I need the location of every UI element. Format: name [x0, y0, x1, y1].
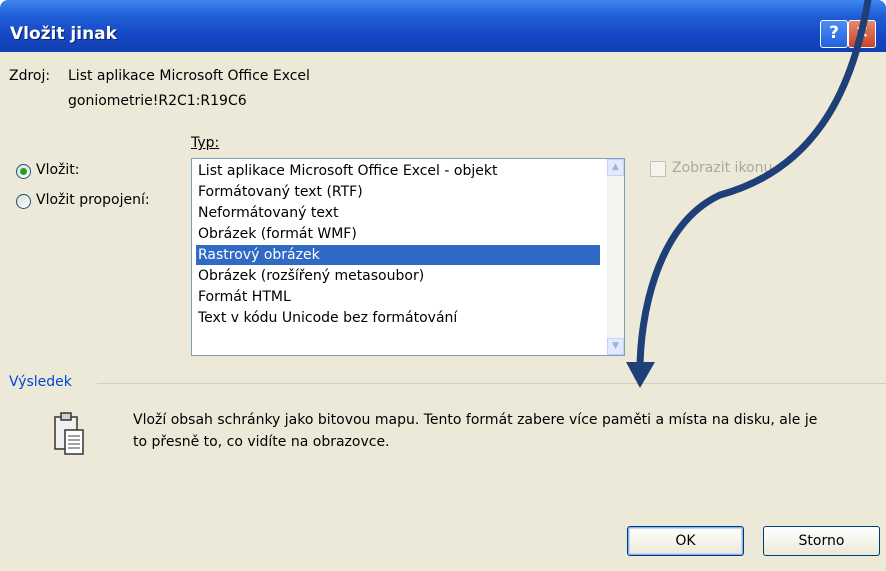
annotation-arrow [626, 0, 872, 388]
paste-special-dialog: Vložit jinak ? ✕ Zdroj: List aplikace Mi… [0, 0, 886, 571]
